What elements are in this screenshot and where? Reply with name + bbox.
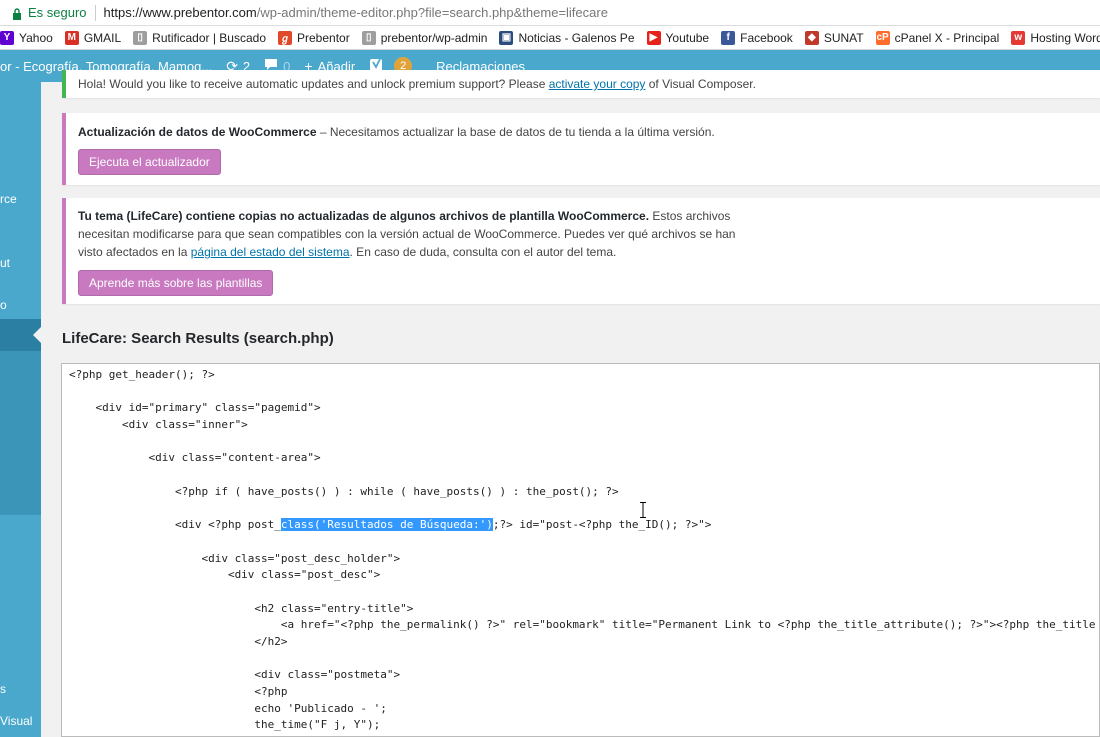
code-selection[interactable]: class('Resultados de Búsqueda:') xyxy=(280,518,493,532)
code-line[interactable]: <div class="post_desc_holder"> xyxy=(69,551,1096,568)
code-editor[interactable]: <?php get_header(); ?> <div id="primary"… xyxy=(61,363,1100,737)
bookmark-item[interactable]: ℊ Prebentor xyxy=(278,30,350,45)
theme-templates-notice: Tu tema (LifeCare) contiene copias no ac… xyxy=(62,198,1100,304)
bookmark-item[interactable]: w Hosting WordPress xyxy=(1011,30,1100,45)
code-line[interactable]: <a href="<?php the_permalink() ?>" rel="… xyxy=(69,617,1096,634)
code-segment[interactable]: ;?> id="post-<?php the_ID(); ?>"> xyxy=(493,518,712,531)
code-line-empty[interactable] xyxy=(69,534,1096,551)
code-line[interactable]: the_time("F j, Y"); xyxy=(69,717,1096,734)
bookmark-item[interactable]: M GMAIL xyxy=(64,30,122,45)
code-line-selected[interactable]: <div <?php post_class('Resultados de Bús… xyxy=(69,517,1096,534)
vc-notice: Hola! Would you like to receive automati… xyxy=(62,70,1100,98)
menu-item-layout[interactable]: ut xyxy=(0,256,10,270)
code-line[interactable]: <?php get_header(); ?> xyxy=(69,367,1096,384)
secure-label: Es seguro xyxy=(28,5,87,20)
run-updater-button[interactable]: Ejecuta el actualizador xyxy=(78,149,221,175)
url-path[interactable]: /wp-admin/theme-editor.php?file=search.p… xyxy=(257,5,608,20)
theme-notice-text-3: visto afectados en la xyxy=(78,245,191,259)
vc-activate-link[interactable]: activate your copy xyxy=(549,77,646,91)
galenos-icon: ▣ xyxy=(499,30,514,45)
code-line[interactable]: <?php if ( have_posts() ) : while ( have… xyxy=(69,484,1096,501)
admin-side-menu: rce ut o s Visual xyxy=(0,82,41,737)
code-line[interactable]: echo 'Publicado - '; xyxy=(69,701,1096,718)
address-bar[interactable]: Es seguro https://www.prebentor.com/wp-a… xyxy=(0,0,1100,26)
bookmark-label: SUNAT xyxy=(823,30,864,45)
theme-notice-title: Tu tema (LifeCare) contiene copias no ac… xyxy=(78,209,650,223)
address-divider xyxy=(94,4,96,21)
theme-notice-text-2: necesitan modificarse para que sean comp… xyxy=(78,227,736,241)
code-segment[interactable]: <div <?php post_ xyxy=(69,518,281,531)
bookmark-label: Hosting WordPress xyxy=(1030,30,1100,45)
bookmark-label: GMAIL xyxy=(83,30,122,45)
sunat-icon: ◆ xyxy=(804,30,819,45)
code-content[interactable]: <?php get_header(); ?> <div id="primary"… xyxy=(69,367,1096,734)
youtube-icon: ▶ xyxy=(646,30,661,45)
appearance-submenu xyxy=(0,351,41,515)
code-line-empty[interactable] xyxy=(69,584,1096,601)
theme-notice-text-4: . En caso de duda, consulta con el autor… xyxy=(349,245,617,259)
wc-update-title: Actualización de datos de WooCommerce xyxy=(78,125,317,139)
document-icon: ▯ xyxy=(133,30,148,45)
code-line-empty[interactable] xyxy=(69,467,1096,484)
bookmark-label: Rutificador | Buscado xyxy=(152,30,266,45)
lock-icon xyxy=(12,7,22,20)
bookmark-label: Facebook xyxy=(740,30,793,45)
code-line[interactable]: <?php xyxy=(69,684,1096,701)
code-line-empty[interactable] xyxy=(69,651,1096,668)
cpanel-icon: cP xyxy=(875,30,890,45)
hosting-icon: w xyxy=(1011,30,1026,45)
bookmark-label: Noticias - Galenos Pe xyxy=(518,30,635,45)
code-line[interactable]: <div class="postmeta"> xyxy=(69,667,1096,684)
bookmark-item[interactable]: ▶ Youtube xyxy=(646,30,710,45)
bookmarks-bar: Y Yahoo M GMAIL ▯ Rutificador | Buscado ℊ Prebe… xyxy=(0,26,1100,50)
wc-update-text: – Necesitamos actualizar la base de dato… xyxy=(316,125,715,139)
vc-notice-text-end: of Visual Composer. xyxy=(645,77,756,91)
code-line[interactable]: <div id="primary" class="pagemid"> xyxy=(69,400,1096,417)
vc-notice-text: Hola! Would you like to receive automati… xyxy=(78,77,549,91)
active-menu-arrow xyxy=(33,327,41,343)
code-line-empty[interactable] xyxy=(69,434,1096,451)
code-line[interactable]: </h2> xyxy=(69,634,1096,651)
bookmark-item[interactable]: f Facebook xyxy=(721,30,793,45)
bookmark-label: Yahoo xyxy=(19,30,53,45)
menu-item-woocommerce[interactable]: rce xyxy=(0,192,17,206)
prebentor-icon: ℊ xyxy=(278,30,292,45)
menu-item-info[interactable]: o xyxy=(0,298,7,312)
bookmark-item[interactable]: Y Yahoo xyxy=(0,30,53,45)
gmail-icon: M xyxy=(64,30,79,45)
bookmark-item[interactable]: ▯ Rutificador | Buscado xyxy=(133,30,266,45)
bookmark-item[interactable]: ▯ prebentor/wp-admin xyxy=(361,30,488,45)
code-line[interactable]: <h2 class="entry-title"> xyxy=(69,601,1096,618)
wc-update-notice: Actualización de datos de WooCommerce – … xyxy=(62,113,1100,185)
theme-notice-text-1: Estos archivos xyxy=(649,209,731,223)
learn-templates-button[interactable]: Aprende más sobre las plantillas xyxy=(78,270,274,296)
bookmark-label: Youtube xyxy=(665,30,710,45)
bookmark-label: Prebentor xyxy=(297,30,350,45)
editor-file-title: LifeCare: Search Results (search.php) xyxy=(62,330,334,347)
menu-item-settings[interactable]: s xyxy=(0,682,6,696)
code-line-empty[interactable] xyxy=(69,384,1096,401)
yahoo-icon: Y xyxy=(0,30,14,45)
bookmark-item[interactable]: ◆ SUNAT xyxy=(804,30,864,45)
document-icon: ▯ xyxy=(361,30,376,45)
bookmark-item[interactable]: ▣ Noticias - Galenos Pe xyxy=(499,30,635,45)
bookmark-label: prebentor/wp-admin xyxy=(380,30,488,45)
code-line[interactable]: <div class="post_desc"> xyxy=(69,567,1096,584)
code-line[interactable]: <div class="inner"> xyxy=(69,417,1096,434)
system-status-link[interactable]: página del estado del sistema xyxy=(191,245,350,259)
text-cursor-icon xyxy=(640,502,646,518)
bookmark-item[interactable]: cP cPanel X - Principal xyxy=(875,30,1000,45)
code-line-empty[interactable] xyxy=(69,501,1096,518)
url-host[interactable]: https://www.prebentor.com xyxy=(104,5,257,20)
facebook-icon: f xyxy=(721,30,736,45)
code-line[interactable]: <div class="content-area"> xyxy=(69,450,1096,467)
menu-item-visual-composer[interactable]: Visual xyxy=(0,714,32,728)
bookmark-label: cPanel X - Principal xyxy=(894,30,1000,45)
